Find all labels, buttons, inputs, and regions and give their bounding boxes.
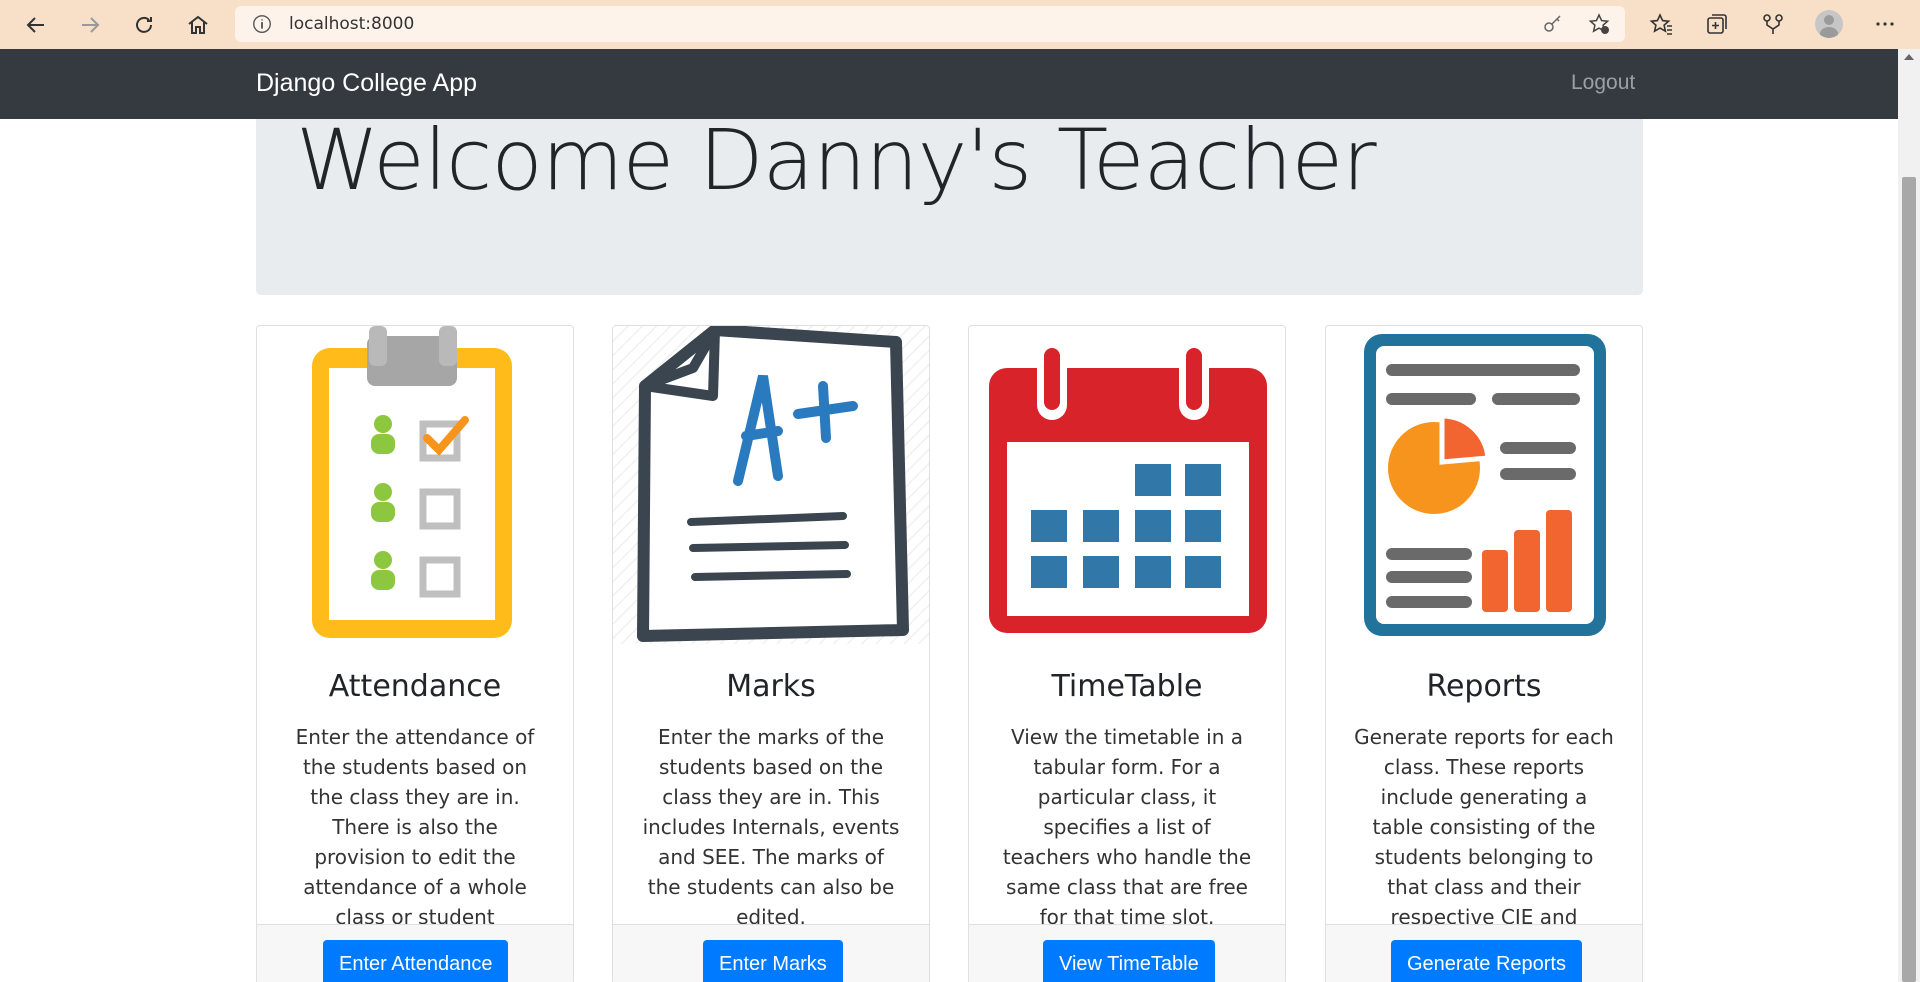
forward-button[interactable] — [70, 5, 110, 45]
refresh-icon — [136, 16, 152, 33]
favorites-button[interactable] — [1644, 6, 1678, 42]
browser-toolbar: localhost:8000 — [0, 0, 1920, 49]
jumbotron: Welcome Danny's Teacher — [256, 111, 1643, 295]
grade-paper-icon — [613, 326, 929, 644]
avatar — [1815, 10, 1843, 38]
card-title: Reports — [1426, 669, 1542, 704]
timetable-card: TimeTable View the timetable in a tabula… — [968, 325, 1286, 982]
url-text[interactable]: localhost:8000 — [289, 14, 414, 34]
more-icon — [1876, 22, 1894, 26]
extensions-icon — [1763, 14, 1783, 34]
card-title: TimeTable — [1051, 669, 1203, 704]
home-icon — [188, 15, 208, 34]
clipboard-checklist-icon — [312, 326, 512, 638]
card-text: View the timetable in a tabular form. Fo… — [1002, 725, 1252, 929]
card-text: Enter the marks of the students based on… — [642, 725, 900, 929]
menu-button[interactable] — [1868, 6, 1902, 42]
scrollbar-thumb[interactable] — [1902, 177, 1916, 982]
extensions-button[interactable] — [1756, 6, 1790, 42]
info-icon[interactable] — [251, 13, 273, 35]
reports-card: Reports Generate reports for each class.… — [1325, 325, 1643, 982]
card-footer: View TimeTable — [969, 924, 1285, 982]
profile-button[interactable] — [1812, 6, 1846, 42]
welcome-heading: Welcome Danny's Teacher — [296, 111, 1377, 209]
card-footer: Enter Marks — [613, 924, 929, 982]
forward-arrow-icon — [82, 16, 100, 33]
marks-card: Marks Enter the marks of the students ba… — [612, 325, 930, 982]
favorites-icon — [1649, 13, 1672, 35]
generate-reports-button[interactable]: Generate Reports — [1391, 940, 1582, 982]
navbar: Django College App Logout — [0, 49, 1898, 119]
card-footer: Enter Attendance — [257, 924, 573, 982]
enter-marks-button[interactable]: Enter Marks — [703, 940, 843, 982]
card-title: Marks — [726, 669, 816, 704]
back-button[interactable] — [16, 5, 56, 45]
key-icon[interactable] — [1541, 12, 1565, 36]
scroll-up-arrow-icon[interactable] — [1904, 54, 1914, 60]
back-arrow-icon — [26, 16, 44, 33]
address-bar[interactable]: localhost:8000 — [235, 6, 1625, 42]
card-footer: Generate Reports — [1326, 924, 1642, 982]
calendar-icon — [989, 348, 1267, 633]
report-chart-icon — [1364, 334, 1606, 636]
home-button[interactable] — [178, 5, 218, 45]
brand-link[interactable]: Django College App — [256, 69, 477, 98]
view-timetable-button[interactable]: View TimeTable — [1043, 940, 1215, 982]
logout-link[interactable]: Logout — [1571, 71, 1635, 95]
refresh-button[interactable] — [124, 5, 164, 45]
add-favorite-icon[interactable] — [1587, 12, 1611, 36]
collections-button[interactable] — [1700, 6, 1734, 42]
collections-icon — [1707, 14, 1727, 34]
card-title: Attendance — [328, 669, 502, 704]
attendance-card: Attendance Enter the attendance of the s… — [256, 325, 574, 982]
enter-attendance-button[interactable]: Enter Attendance — [323, 940, 509, 982]
